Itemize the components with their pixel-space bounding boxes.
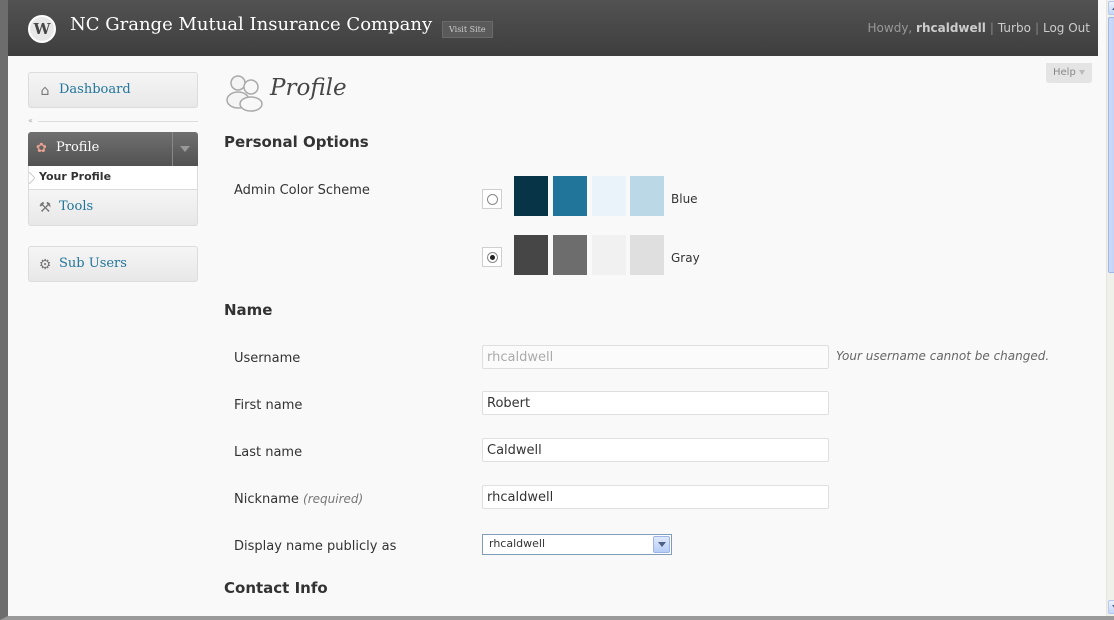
last-name-input[interactable] (482, 438, 829, 462)
tools-icon: ⚒ (38, 200, 52, 216)
turbo-link[interactable]: Turbo (998, 21, 1031, 35)
scroll-up-icon[interactable] (1108, 1, 1114, 15)
color-scheme-name-gray: Gray (671, 251, 700, 265)
sidebar-item-label: Sub Users (59, 256, 127, 271)
color-swatch (592, 235, 626, 275)
username-note: Your username cannot be changed. (836, 349, 1050, 363)
sidebar-item-profile[interactable]: ✿ Profile (28, 132, 198, 166)
color-swatch (514, 176, 548, 216)
submenu-toggle[interactable] (172, 132, 198, 166)
required-note: (required) (303, 492, 364, 506)
gear-icon: ⚙ (38, 257, 52, 273)
username-link[interactable]: rhcaldwell (916, 21, 986, 35)
color-swatch (553, 176, 587, 216)
display-name-select[interactable]: rhcaldwell (482, 534, 672, 555)
sidebar-subitem-your-profile[interactable]: Your Profile (28, 166, 198, 190)
wordpress-logo-icon[interactable]: W (28, 15, 56, 43)
color-swatch (514, 235, 548, 275)
display-name-label: Display name publicly as (234, 539, 397, 554)
nickname-label-text: Nickname (234, 492, 299, 507)
color-scheme-name-blue: Blue (671, 192, 698, 206)
divider (38, 121, 198, 122)
admin-header: W NC Grange Mutual Insurance Company Vis… (8, 0, 1098, 56)
site-title: NC Grange Mutual Insurance Company (70, 14, 433, 35)
section-title-name: Name (224, 301, 273, 319)
chevron-down-icon (1078, 69, 1085, 75)
scrollbar-thumb[interactable] (1108, 17, 1114, 273)
user-links: Howdy, rhcaldwell | Turbo | Log Out (868, 21, 1090, 35)
display-name-selected-value: rhcaldwell (489, 537, 546, 550)
browser-frame: W NC Grange Mutual Insurance Company Vis… (0, 0, 1114, 620)
color-swatch (592, 176, 626, 216)
color-scheme-radio-blue[interactable] (482, 189, 502, 209)
sidebar-item-dashboard[interactable]: ⌂ Dashboard (28, 72, 198, 108)
chevron-down-icon[interactable] (653, 536, 670, 553)
nickname-label: Nickname (required) (234, 492, 363, 507)
help-button[interactable]: Help (1046, 63, 1092, 83)
sidebar-item-sub-users[interactable]: ⚙ Sub Users (28, 246, 198, 282)
separator: | (1034, 21, 1039, 35)
vertical-scrollbar[interactable] (1106, 0, 1114, 616)
last-name-label: Last name (234, 445, 303, 460)
color-scheme-radio-gray[interactable] (482, 247, 502, 267)
radio-indicator (487, 194, 498, 205)
sidebar-item-label: Profile (56, 140, 100, 155)
sidebar-subitem-label: Your Profile (39, 170, 112, 183)
color-swatch (630, 176, 664, 216)
section-title-contact-info: Contact Info (224, 579, 328, 597)
first-name-label: First name (234, 398, 303, 413)
howdy-text: Howdy, (867, 21, 917, 35)
first-name-input[interactable] (482, 391, 829, 415)
scroll-down-icon[interactable] (1108, 600, 1114, 614)
current-pointer-icon (29, 172, 35, 184)
username-input (482, 345, 829, 369)
users-icon: ✿ (36, 141, 47, 156)
collapse-menu-icon[interactable]: « (28, 116, 33, 125)
nickname-input[interactable] (482, 485, 829, 509)
chevron-down-icon (180, 146, 190, 152)
sidebar-item-label: Dashboard (59, 82, 131, 97)
section-title-personal-options: Personal Options (224, 133, 369, 151)
logout-link[interactable]: Log Out (1043, 21, 1090, 35)
home-icon: ⌂ (40, 83, 50, 99)
admin-color-scheme-label: Admin Color Scheme (234, 183, 370, 198)
page-title: Profile (270, 75, 347, 101)
sidebar-item-label: Tools (59, 199, 94, 214)
sidebar-item-tools[interactable]: ⚒ Tools (28, 190, 198, 226)
help-label: Help (1053, 67, 1076, 78)
users-icon (226, 75, 263, 112)
color-swatch (630, 235, 664, 275)
color-swatch (553, 235, 587, 275)
username-label: Username (234, 351, 301, 366)
visit-site-button[interactable]: Visit Site (442, 21, 493, 38)
radio-indicator (487, 252, 498, 263)
separator: | (989, 21, 994, 35)
